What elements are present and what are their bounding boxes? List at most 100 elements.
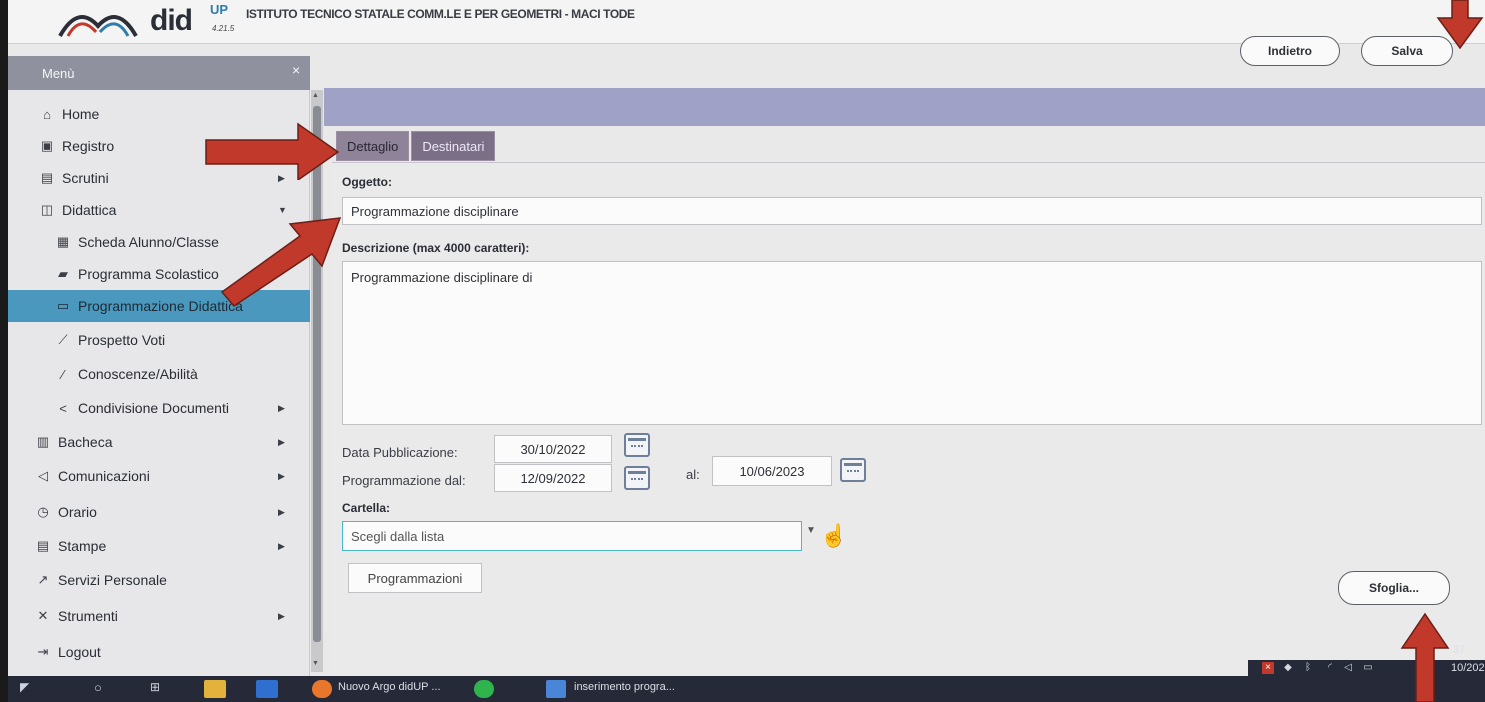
calendar-icon: ▣ bbox=[40, 138, 54, 153]
chevron-down-icon[interactable]: ▼ bbox=[806, 525, 816, 536]
data-pubblicazione-label: Data Pubblicazione: bbox=[342, 445, 458, 460]
shield-icon[interactable]: ◆ bbox=[1282, 662, 1294, 674]
sidebar-item-label: Programma Scolastico bbox=[78, 266, 219, 282]
caret-down-icon: ▼ bbox=[278, 205, 287, 215]
sidebar-item-scheda-alunno[interactable]: ▦ Scheda Alunno/Classe bbox=[8, 226, 310, 258]
close-icon[interactable]: × bbox=[292, 62, 300, 78]
oggetto-input[interactable]: Programmazione disciplinare bbox=[342, 197, 1482, 225]
app-superscript: UP bbox=[210, 2, 229, 17]
menu-header: Menù × bbox=[8, 56, 310, 90]
detail-form: Oggetto: Programmazione disciplinare Des… bbox=[332, 162, 1485, 676]
taskbar-window-inserimento[interactable]: inserimento progra... bbox=[574, 681, 675, 693]
scroll-down-icon[interactable]: ▼ bbox=[312, 660, 319, 667]
app-version: 4.21.5 bbox=[212, 24, 235, 33]
scrollbar-thumb[interactable] bbox=[313, 106, 321, 642]
taskbar: ◤ ○ ⊞ Nuovo Argo didUP ... inserimento p… bbox=[8, 676, 1485, 702]
sidebar-scrollbar[interactable]: ▲ ▼ bbox=[311, 90, 323, 672]
sidebar-item-logout[interactable]: ⇥ Logout bbox=[8, 636, 310, 668]
browser-icon[interactable] bbox=[312, 680, 332, 698]
scroll-up-icon[interactable]: ▲ bbox=[312, 92, 319, 99]
clock-date: 10/2022 bbox=[1451, 662, 1485, 674]
logo-icon bbox=[58, 15, 138, 38]
tab-destinatari[interactable]: Destinatari bbox=[411, 131, 496, 161]
sidebar-item-comunicazioni[interactable]: ◁ Comunicazioni ▶ bbox=[8, 460, 310, 492]
tab-bar: Dettaglio Destinatari bbox=[336, 131, 496, 161]
programmazione-dal-input[interactable]: 12/09/2022 bbox=[494, 464, 612, 492]
whatsapp-icon[interactable] bbox=[474, 680, 494, 698]
sidebar-item-label: Scheda Alunno/Classe bbox=[78, 234, 219, 250]
programmazione-dal-label: Programmazione dal: bbox=[342, 473, 466, 488]
magic-wand-icon: ⁄ bbox=[61, 366, 65, 382]
taskbar-window-argo[interactable]: Nuovo Argo didUP ... bbox=[338, 681, 441, 693]
line-chart-icon: ⟋ bbox=[58, 332, 68, 347]
sidebar-item-registro[interactable]: ▣ Registro bbox=[8, 130, 310, 162]
document-icon: ▤ bbox=[40, 170, 54, 185]
main-content: Dettaglio Destinatari Oggetto: Programma… bbox=[324, 56, 1485, 676]
sidebar-item-conoscenze[interactable]: ⁄ Conoscenze/Abilità bbox=[8, 358, 310, 390]
windows-icon[interactable]: ◤ bbox=[20, 680, 36, 698]
sidebar-item-bacheca[interactable]: ▥ Bacheca ▶ bbox=[8, 426, 310, 458]
bluetooth-icon[interactable]: ᛒ bbox=[1302, 662, 1314, 674]
descrizione-label: Descrizione (max 4000 caratteri): bbox=[342, 241, 530, 255]
programmazioni-chip[interactable]: Programmazioni bbox=[348, 563, 482, 593]
data-pubblicazione-input[interactable]: 30/10/2022 bbox=[494, 435, 612, 463]
home-icon: ⌂ bbox=[43, 106, 51, 122]
browse-button[interactable]: Sfoglia... bbox=[1338, 571, 1450, 605]
hand-cursor-icon: ☝ bbox=[820, 523, 848, 548]
printer-icon: ▤ bbox=[36, 538, 50, 553]
cartella-label: Cartella: bbox=[342, 501, 391, 515]
sidebar-item-scrutini[interactable]: ▤ Scrutini ▶ bbox=[8, 162, 310, 194]
calendar-icon[interactable] bbox=[840, 458, 866, 482]
sidebar-item-label: Conoscenze/Abilità bbox=[78, 366, 198, 382]
school-name: ISTITUTO TECNICO STATALE COMM.LE E PER G… bbox=[246, 7, 635, 21]
sidebar-item-label: Prospetto Voti bbox=[78, 332, 166, 348]
document-app-icon[interactable] bbox=[546, 680, 566, 698]
battery-icon[interactable]: ▭ bbox=[1362, 662, 1374, 674]
wifi-icon[interactable]: ◜ bbox=[1324, 662, 1336, 674]
caret-right-icon: ▶ bbox=[278, 470, 285, 481]
folder-icon: ▰ bbox=[58, 266, 68, 281]
volume-icon[interactable]: ◁ bbox=[1342, 662, 1354, 674]
sidebar-item-label: Strumenti bbox=[58, 608, 118, 624]
store-icon[interactable] bbox=[256, 680, 278, 698]
sidebar-item-label: Didattica bbox=[62, 202, 117, 218]
logout-icon: ⇥ bbox=[37, 644, 49, 659]
file-explorer-icon[interactable] bbox=[204, 680, 226, 698]
tab-dettaglio[interactable]: Dettaglio bbox=[336, 131, 410, 161]
calendar-icon[interactable] bbox=[624, 466, 650, 490]
share-icon: < bbox=[59, 400, 67, 416]
programmazione-al-input[interactable]: 10/06/2023 bbox=[712, 456, 832, 486]
sidebar-item-condivisione[interactable]: < Condivisione Documenti ▶ bbox=[8, 392, 310, 424]
sidebar-item-servizi-personale[interactable]: ↗ Servizi Personale bbox=[8, 564, 310, 596]
oggetto-label: Oggetto: bbox=[342, 175, 392, 189]
descrizione-textarea[interactable]: Programmazione disciplinare di bbox=[342, 261, 1482, 425]
screen: did UP 4.21.5 ISTITUTO TECNICO STATALE C… bbox=[8, 0, 1485, 702]
sidebar-item-prospetto-voti[interactable]: ⟋ Prospetto Voti bbox=[8, 324, 310, 356]
sidebar-item-label: Scrutini bbox=[62, 170, 109, 186]
sidebar-item-strumenti[interactable]: ✕ Strumenti ▶ bbox=[8, 600, 310, 632]
caret-right-icon: ▶ bbox=[278, 506, 285, 517]
task-view-icon[interactable]: ⊞ bbox=[150, 680, 168, 698]
sidebar-item-didattica[interactable]: ◫ Didattica ▼ bbox=[8, 194, 310, 226]
caret-right-icon: ▶ bbox=[278, 402, 285, 413]
sidebar-item-stampe[interactable]: ▤ Stampe ▶ bbox=[8, 530, 310, 562]
sidebar-item-label: Registro bbox=[62, 138, 115, 154]
sidebar-item-programma-scolastico[interactable]: ▰ Programma Scolastico bbox=[8, 258, 310, 290]
search-icon[interactable]: ○ bbox=[94, 680, 110, 698]
cartella-select[interactable]: Scegli dalla lista bbox=[342, 521, 802, 551]
external-icon: ↗ bbox=[37, 572, 49, 587]
sidebar-item-label: Orario bbox=[58, 504, 97, 520]
calendar-icon[interactable] bbox=[624, 433, 650, 457]
clock-icon: ◷ bbox=[37, 504, 49, 519]
sidebar: Menù × ⌂ Home ▣ Registro ▤ Scrutini ▶ ◫ … bbox=[8, 56, 323, 676]
app-name: did bbox=[150, 4, 193, 37]
megaphone-icon: ◁ bbox=[38, 468, 48, 483]
tools-icon: ✕ bbox=[37, 608, 49, 623]
system-tray: × ◆ ᛒ ◜ ◁ ▭ bbox=[1248, 660, 1485, 676]
menu-title: Menù bbox=[42, 66, 75, 81]
antivirus-icon[interactable]: × bbox=[1262, 662, 1274, 674]
sidebar-item-home[interactable]: ⌂ Home bbox=[8, 98, 310, 130]
sidebar-item-programmazione-didattica[interactable]: ▭ Programmazione Didattica bbox=[8, 290, 310, 322]
sidebar-item-orario[interactable]: ◷ Orario ▶ bbox=[8, 496, 310, 528]
notebook-icon: ▭ bbox=[56, 298, 70, 313]
